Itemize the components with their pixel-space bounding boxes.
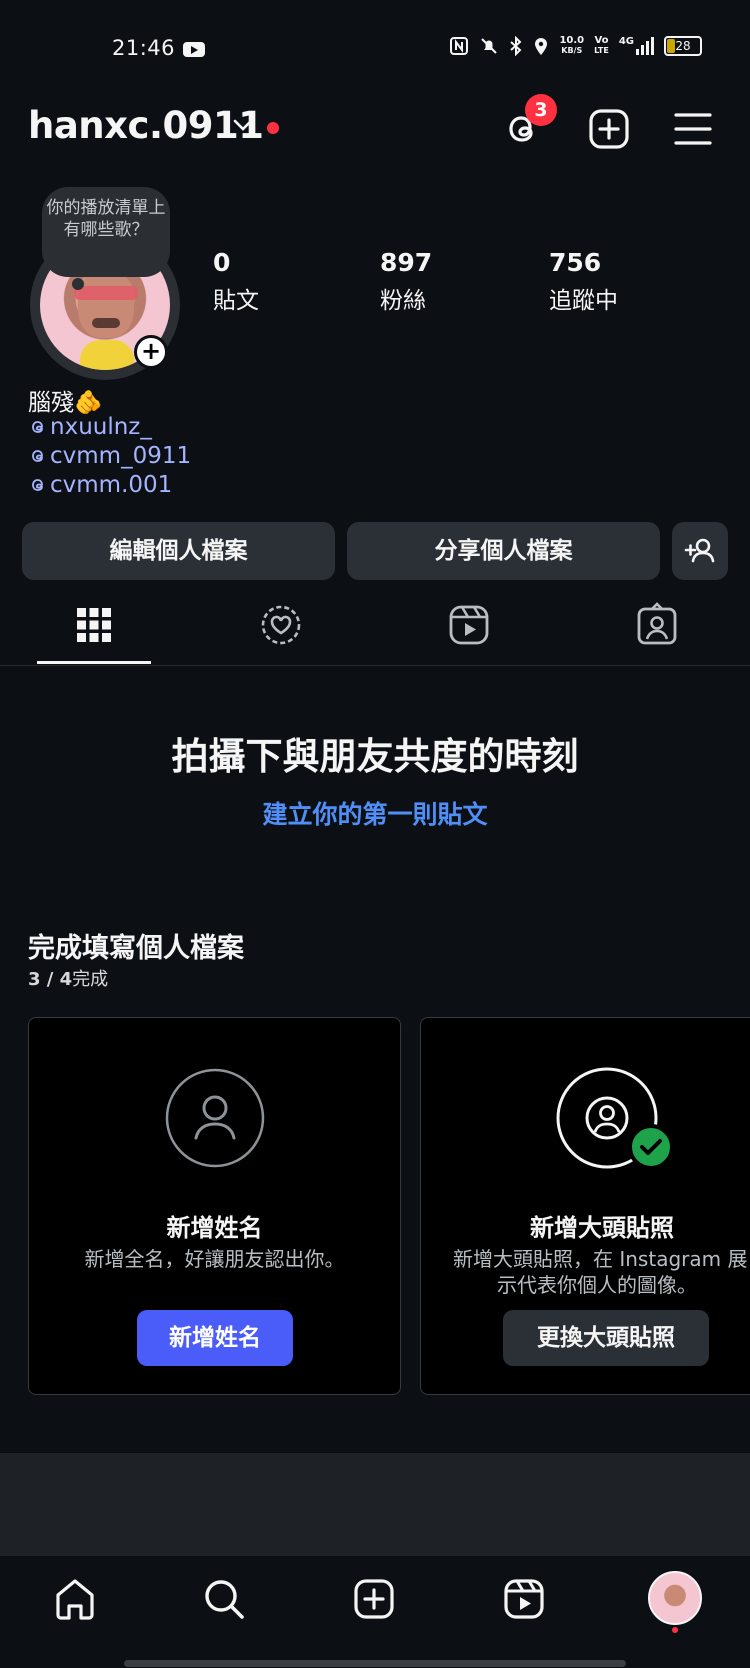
share-profile-button[interactable]: 分享個人檔案 <box>347 522 660 580</box>
menu-icon[interactable] <box>670 106 716 152</box>
complete-profile-title: 完成填寫個人檔案 <box>28 933 244 964</box>
add-avatar-card: 新增大頭貼照 新增大頭貼照，在 Instagram 展 示代表你個人的圖像。 更… <box>420 1017 750 1395</box>
search-icon[interactable] <box>199 1574 249 1624</box>
grid-icon[interactable] <box>71 602 117 648</box>
bluetooth-icon <box>510 36 522 56</box>
nfc-icon <box>450 37 469 55</box>
threads-badge: 3 <box>525 94 557 126</box>
card-description: 新增大頭貼照，在 Instagram 展 示代表你個人的圖像。 <box>453 1247 748 1297</box>
reels-nav-icon[interactable] <box>499 1574 549 1624</box>
chevron-down-icon[interactable] <box>233 118 253 132</box>
threads-icon <box>32 479 43 491</box>
bio-link[interactable]: cvmm.001 <box>28 472 172 498</box>
add-name-card: 新增姓名 新增全名，好讓朋友認出你。 新增姓名 <box>28 1017 401 1395</box>
mute-icon <box>481 38 498 54</box>
add-person-icon <box>684 538 715 563</box>
notification-dot <box>267 122 279 134</box>
divider <box>0 665 750 666</box>
bio-name: 腦殘🫵 <box>28 390 103 416</box>
youtube-icon <box>183 42 205 57</box>
location-icon <box>535 38 548 55</box>
create-icon[interactable] <box>586 106 632 152</box>
note-bubble[interactable]: 你的播放清單上有哪些歌？ <box>42 187 170 277</box>
new-post-icon[interactable] <box>349 1574 399 1624</box>
stat-followers[interactable]: 897 粉絲 <box>380 248 432 315</box>
profile-nav-dot <box>672 1627 678 1633</box>
person-icon <box>165 1068 265 1168</box>
footer-area <box>0 1453 750 1555</box>
battery-icon: 28 <box>664 36 702 56</box>
profile-nav-avatar[interactable] <box>648 1571 702 1625</box>
card-title: 新增大頭貼照 <box>530 1214 674 1242</box>
threads-icon <box>32 450 43 462</box>
volte-indicator: Vo LTE <box>594 35 609 56</box>
gesture-bar[interactable] <box>124 1660 626 1667</box>
username[interactable]: hanxc.0911 <box>28 104 264 147</box>
bio-link[interactable]: nxuulnz_ <box>28 414 152 440</box>
status-icons: 10.0 KB/S Vo LTE 4G 28 <box>449 36 702 56</box>
home-icon[interactable] <box>50 1574 100 1624</box>
signal-icon: 4G <box>619 37 654 55</box>
discover-people-button[interactable] <box>672 522 728 580</box>
create-first-post-link[interactable]: 建立你的第一則貼文 <box>0 795 750 831</box>
checkmark-icon <box>628 1124 674 1170</box>
note-tail <box>72 278 84 290</box>
tagged-icon[interactable] <box>634 602 680 648</box>
change-avatar-button[interactable]: 更換大頭貼照 <box>503 1310 709 1366</box>
empty-state-title: 拍攝下與朋友共度的時刻 <box>171 735 579 778</box>
add-name-button[interactable]: 新增姓名 <box>137 1310 293 1366</box>
reels-icon[interactable] <box>446 602 492 648</box>
bio-link[interactable]: cvmm_0911 <box>28 443 191 469</box>
status-time: 21:46 <box>112 36 176 60</box>
threads-icon <box>32 421 43 433</box>
highlights-heart-icon[interactable] <box>258 602 304 648</box>
card-description: 新增全名，好讓朋友認出你。 <box>84 1247 345 1271</box>
card-title: 新增姓名 <box>166 1214 263 1242</box>
stat-posts[interactable]: 0 貼文 <box>213 248 259 315</box>
stat-following[interactable]: 756 追蹤中 <box>549 248 618 315</box>
net-speed: 10.0 KB/S <box>559 35 585 56</box>
active-tab-indicator <box>37 661 151 664</box>
add-story-button[interactable]: + <box>134 335 168 369</box>
edit-profile-button[interactable]: 編輯個人檔案 <box>22 522 335 580</box>
complete-profile-progress: 3 / 4完成 <box>28 969 109 990</box>
